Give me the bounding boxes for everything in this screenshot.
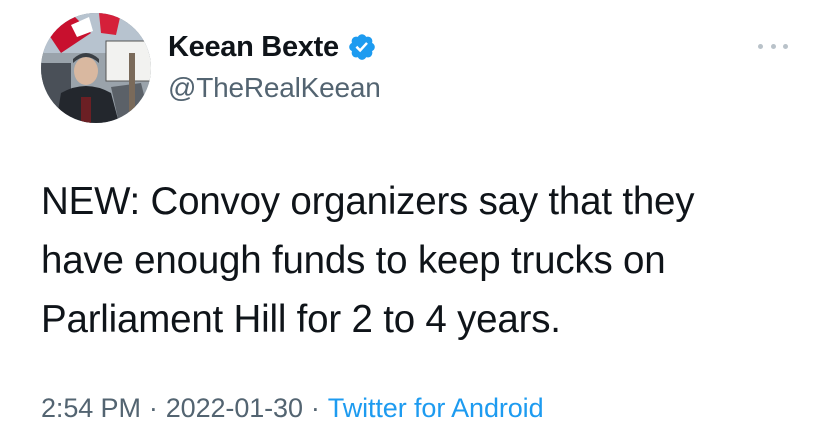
name-row: Keean Bexte [168,28,381,66]
author-handle[interactable]: @TheRealKeean [168,72,381,104]
verified-badge-icon [347,32,377,62]
author-display-name[interactable]: Keean Bexte [168,31,339,64]
tweet-time[interactable]: 2:54 PM [41,393,141,423]
meta-separator: · [148,393,158,423]
more-options-icon[interactable] [758,40,788,52]
more-dot [783,43,788,49]
author-info: Keean Bexte @TheRealKeean [168,28,381,104]
more-dot [770,43,776,49]
avatar-photo [41,13,151,123]
tweet-text: NEW: Convoy organizers say that they hav… [41,172,811,349]
tweet-card: Keean Bexte @TheRealKeean NEW: Convoy or… [0,0,828,443]
tweet-source-link[interactable]: Twitter for Android [328,393,544,423]
tweet-text-line: Parliament Hill for 2 to 4 years. [41,298,561,341]
tweet-date[interactable]: 2022-01-30 [166,393,303,423]
meta-separator: · [310,393,320,423]
tweet-text-line: NEW: Convoy organizers say that they [41,180,695,223]
more-dot [758,43,763,49]
author-avatar[interactable] [41,13,151,123]
tweet-text-line: have enough funds to keep trucks on [41,239,666,282]
tweet-meta: 2:54 PM · 2022-01-30 · Twitter for Android [41,393,544,424]
